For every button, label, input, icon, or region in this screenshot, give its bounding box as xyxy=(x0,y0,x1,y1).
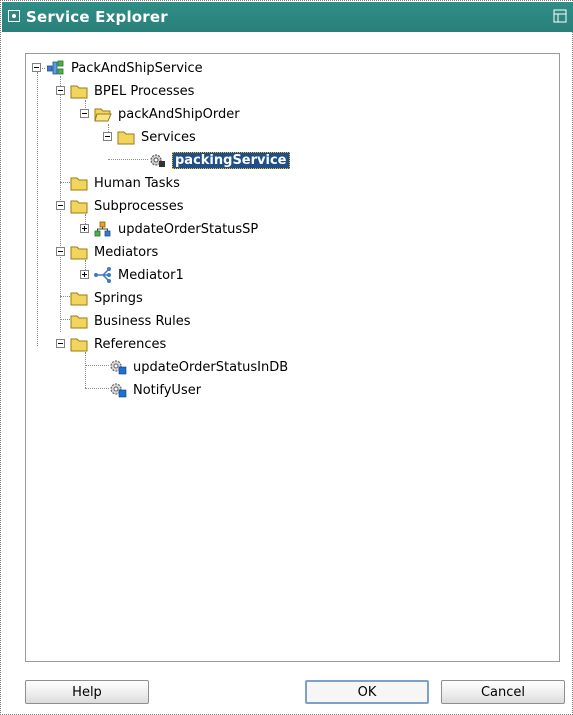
tree-label: Mediator1 xyxy=(118,267,184,283)
collapse-pack-and-ship-order-toggle[interactable] xyxy=(80,109,89,118)
reference-gear-icon xyxy=(109,382,127,398)
composite-icon xyxy=(46,60,65,76)
folder-icon xyxy=(70,198,88,214)
collapse-bpel-toggle[interactable] xyxy=(56,86,65,95)
folder-icon xyxy=(70,244,88,260)
tree-node-update-order-status-sp[interactable]: updateOrderStatusSP xyxy=(94,219,258,239)
tree-label: NotifyUser xyxy=(133,382,202,398)
expand-update-order-status-sp-toggle[interactable] xyxy=(80,224,89,233)
tree-node-bpel-processes[interactable]: BPEL Processes xyxy=(70,81,194,101)
service-tree[interactable]: PackAndShipService BPEL Processes packAn… xyxy=(26,54,559,661)
expand-mediator1-toggle[interactable] xyxy=(80,270,89,279)
window-menu-icon[interactable] xyxy=(8,10,20,22)
tree-label: updateOrderStatusInDB xyxy=(133,359,289,375)
title-bar[interactable]: Service Explorer xyxy=(2,2,573,32)
tree-node-springs[interactable]: Springs xyxy=(70,288,143,308)
tree-node-root[interactable]: PackAndShipService xyxy=(46,58,203,78)
folder-icon xyxy=(70,175,88,191)
collapse-services-toggle[interactable] xyxy=(103,132,112,141)
tree-node-pack-and-ship-order[interactable]: packAndShipOrder xyxy=(94,104,240,124)
tree-node-mediator1[interactable]: Mediator1 xyxy=(94,265,184,285)
mediator-icon xyxy=(94,267,112,283)
tree-node-services[interactable]: Services xyxy=(117,127,196,147)
folder-icon xyxy=(70,313,88,329)
folder-icon xyxy=(70,83,88,99)
collapse-mediators-toggle[interactable] xyxy=(56,247,65,256)
folder-icon xyxy=(70,290,88,306)
tree-label: Services xyxy=(141,129,196,145)
collapse-root-toggle[interactable] xyxy=(32,63,41,72)
maximize-icon[interactable] xyxy=(553,9,567,23)
subprocess-icon xyxy=(94,221,112,237)
tree-node-human-tasks[interactable]: Human Tasks xyxy=(70,173,180,193)
tree-node-references[interactable]: References xyxy=(70,334,166,354)
tree-label: packingService xyxy=(172,151,290,169)
collapse-references-toggle[interactable] xyxy=(56,339,65,348)
tree-node-mediators[interactable]: Mediators xyxy=(70,242,158,262)
window-title: Service Explorer xyxy=(26,8,168,26)
tree-node-notify-user[interactable]: NotifyUser xyxy=(109,380,201,400)
tree-label: Subprocesses xyxy=(94,198,184,214)
service-gear-icon xyxy=(148,152,166,168)
collapse-subprocesses-toggle[interactable] xyxy=(56,201,65,210)
tree-label: packAndShipOrder xyxy=(118,106,240,122)
tree-label: updateOrderStatusSP xyxy=(118,221,259,237)
cancel-button[interactable]: Cancel xyxy=(441,680,565,704)
tree-label: Human Tasks xyxy=(94,175,180,191)
folder-icon xyxy=(117,129,135,145)
tree-label: References xyxy=(94,336,167,352)
reference-gear-icon xyxy=(109,359,127,375)
open-folder-icon xyxy=(94,106,112,122)
tree-node-business-rules[interactable]: Business Rules xyxy=(70,311,191,331)
ok-button-label: OK xyxy=(357,684,377,700)
folder-icon xyxy=(70,336,88,352)
tree-node-update-order-status-in-db[interactable]: updateOrderStatusInDB xyxy=(109,357,288,377)
help-button-label: Help xyxy=(72,684,102,700)
tree-label: BPEL Processes xyxy=(94,83,195,99)
tree-node-packing-service[interactable]: packingService xyxy=(148,150,290,170)
tree-label: PackAndShipService xyxy=(71,60,203,76)
service-explorer-dialog: Service Explorer PackAndShipService BPEL… xyxy=(0,0,573,715)
tree-node-subprocesses[interactable]: Subprocesses xyxy=(70,196,183,216)
tree-label: Springs xyxy=(94,290,143,306)
tree-label: Business Rules xyxy=(94,313,191,329)
service-tree-panel[interactable]: PackAndShipService BPEL Processes packAn… xyxy=(25,53,560,662)
cancel-button-label: Cancel xyxy=(480,684,526,700)
ok-button[interactable]: OK xyxy=(305,680,429,704)
help-button[interactable]: Help xyxy=(25,680,149,704)
tree-label: Mediators xyxy=(94,244,159,260)
